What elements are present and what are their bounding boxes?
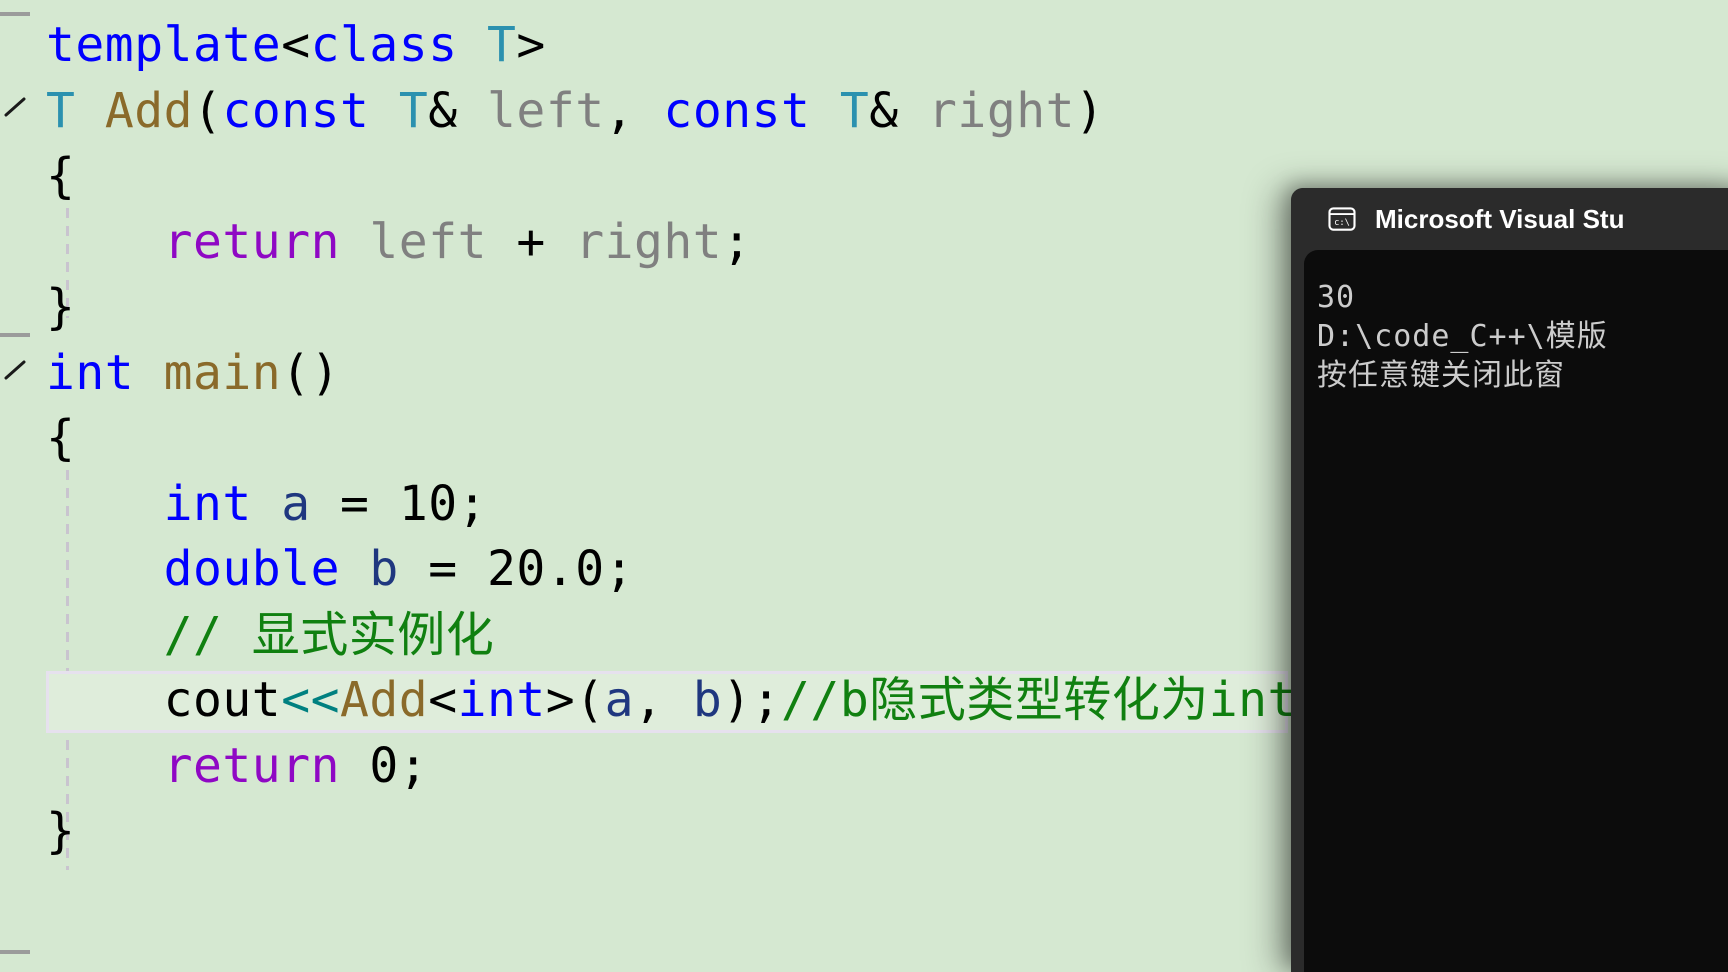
command-prompt-icon: c:\	[1327, 204, 1357, 234]
code-token: Add	[104, 82, 194, 139]
code-token: >	[545, 672, 576, 728]
code-token: <<	[281, 672, 340, 728]
code-token: const	[222, 82, 370, 139]
code-token: >	[516, 17, 546, 73]
code-token: //b	[781, 672, 870, 728]
code-token: (	[193, 82, 223, 139]
code-token: &	[869, 82, 929, 139]
code-token: &	[428, 82, 488, 139]
code-line-text: return left + right;	[46, 209, 752, 275]
code-token: 20.0	[487, 541, 605, 597]
code-line-text: }	[46, 798, 75, 864]
code-token: ;	[722, 213, 752, 270]
code-line-text: cout<<Add<int>(a, b);//b隐式类型转化为int。	[46, 667, 1345, 733]
line-add-signature[interactable]: T Add(const T& left, const T& right)	[0, 78, 1728, 144]
code-token: return	[163, 213, 340, 270]
code-token: ()	[281, 344, 340, 401]
console-output-line: 按任意键关闭此窗	[1317, 358, 1565, 393]
code-token: }	[46, 803, 76, 859]
code-token: {	[46, 410, 76, 466]
code-line-text: {	[46, 405, 75, 471]
code-token: =	[310, 475, 399, 532]
code-token: 10	[398, 475, 458, 532]
code-token: left	[369, 213, 487, 270]
code-token: Add	[339, 672, 429, 728]
code-line-text: int main()	[46, 340, 340, 406]
code-token: {	[46, 148, 76, 204]
code-line-text: // 显式实例化	[46, 602, 494, 668]
code-token: T	[487, 17, 517, 73]
code-token: left	[487, 82, 605, 139]
code-line-text: {	[46, 143, 75, 209]
console-output-area[interactable]: 30 D:\code_C++\模版 按任意键关闭此窗	[1304, 250, 1728, 972]
code-token: return	[163, 737, 340, 794]
code-token: ;	[457, 475, 488, 532]
code-token: b	[369, 541, 399, 597]
code-token: class	[310, 17, 458, 73]
code-token: ,	[634, 672, 693, 728]
code-token: int	[46, 344, 135, 401]
code-token: cout	[163, 672, 282, 728]
code-token: b	[692, 672, 723, 728]
code-token: //	[163, 606, 252, 663]
code-token: a	[604, 672, 635, 728]
code-token: T	[839, 82, 870, 139]
code-token: double	[163, 541, 340, 597]
code-token: ;	[604, 541, 634, 597]
code-token: <	[428, 672, 458, 728]
svg-text:c:\: c:\	[1334, 218, 1350, 228]
code-token: );	[722, 672, 782, 728]
code-line-text: }	[46, 274, 75, 340]
console-output-line: 30	[1317, 280, 1356, 315]
console-output-line: D:\code_C++\模版	[1317, 319, 1608, 354]
code-token: int	[457, 672, 546, 728]
code-token: T	[46, 82, 76, 139]
code-token: int	[163, 475, 252, 532]
code-token: }	[46, 279, 76, 335]
code-token: 显式实例化	[251, 606, 495, 663]
code-token: const	[663, 82, 811, 139]
code-token: 0	[369, 737, 399, 794]
code-line-text: double b = 20.0;	[46, 536, 634, 602]
code-token: template	[46, 17, 282, 73]
console-title-text: Microsoft Visual Stu	[1375, 203, 1625, 234]
code-token: right	[928, 82, 1076, 139]
code-line-text: return 0;	[46, 733, 428, 799]
code-token: right	[575, 213, 723, 270]
code-token: (	[575, 672, 605, 728]
code-token: =	[398, 541, 487, 597]
gutter-separator-bottom	[0, 950, 30, 954]
console-titlebar[interactable]: c:\ Microsoft Visual Stu	[1291, 188, 1728, 250]
code-line-text: template<class T>	[46, 12, 546, 78]
code-token: T	[398, 82, 429, 139]
code-token: a	[281, 475, 311, 532]
code-token: 隐式类型转化为	[869, 672, 1209, 728]
code-line-text: T Add(const T& left, const T& right)	[46, 78, 1104, 144]
code-token: int	[1208, 672, 1297, 728]
code-line-text: int a = 10;	[46, 471, 487, 537]
code-token: +	[486, 213, 576, 270]
console-window[interactable]: c:\ Microsoft Visual Stu 30 D:\code_C++\…	[1291, 188, 1728, 972]
code-token: ,	[604, 82, 664, 139]
code-token: )	[1075, 82, 1105, 139]
code-token: ;	[398, 737, 429, 794]
code-token: main	[163, 344, 282, 401]
code-token: <	[281, 17, 311, 73]
line-template[interactable]: template<class T>	[0, 12, 1728, 78]
